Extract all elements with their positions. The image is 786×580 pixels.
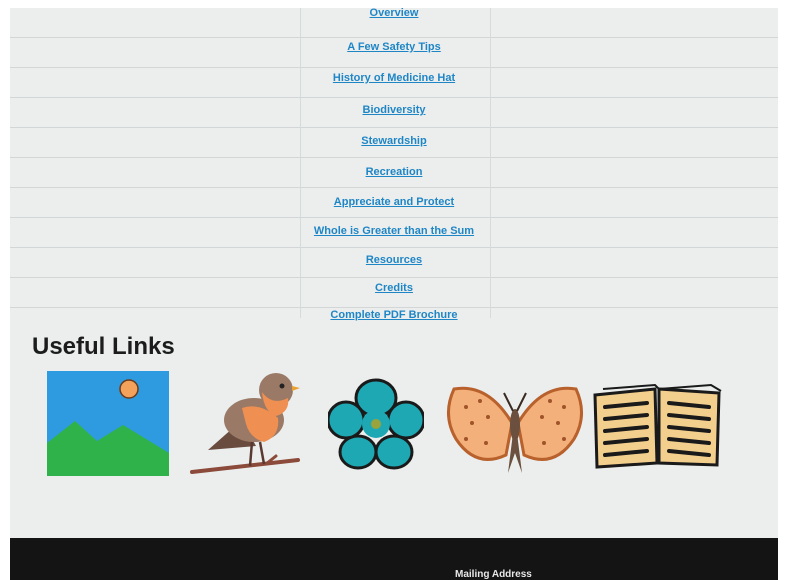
- toc-link-overview[interactable]: Overview: [370, 8, 419, 19]
- toc-item: Recreation: [10, 162, 778, 180]
- toc-item: Appreciate and Protect: [10, 192, 778, 210]
- mailing-address-label: Mailing Address: [455, 569, 532, 580]
- toc-link-resources[interactable]: Resources: [366, 254, 422, 266]
- toc-link-safety-tips[interactable]: A Few Safety Tips: [347, 41, 441, 53]
- butterfly-icon[interactable]: [442, 383, 588, 475]
- toc-item: Biodiversity: [10, 100, 778, 118]
- toc-item: Complete PDF Brochure: [10, 305, 778, 323]
- toc-link-stewardship[interactable]: Stewardship: [361, 135, 426, 147]
- toc-item: A Few Safety Tips: [10, 37, 778, 55]
- toc-link-credits[interactable]: Credits: [375, 282, 413, 294]
- landscape-image-icon[interactable]: [47, 371, 169, 476]
- toc-item: Overview: [10, 8, 778, 21]
- toc-link-history[interactable]: History of Medicine Hat: [333, 72, 455, 84]
- open-book-icon[interactable]: [593, 383, 723, 469]
- toc-link-recreation[interactable]: Recreation: [366, 166, 423, 178]
- toc-link-pdf-brochure[interactable]: Complete PDF Brochure: [330, 309, 457, 321]
- toc-item: Credits: [10, 278, 778, 296]
- site-footer: Mailing Address: [10, 538, 778, 580]
- toc-item: Stewardship: [10, 131, 778, 149]
- robin-bird-icon[interactable]: [190, 368, 302, 478]
- screen-content: Overview A Few Safety Tips History of Me…: [10, 8, 778, 538]
- toc-link-biodiversity[interactable]: Biodiversity: [363, 104, 426, 116]
- toc-item: History of Medicine Hat: [10, 68, 778, 86]
- useful-links-heading: Useful Links: [32, 333, 175, 360]
- flower-icon[interactable]: [326, 378, 426, 470]
- toc-item: Whole is Greater than the Sum: [10, 221, 778, 239]
- toc-link-appreciate-protect[interactable]: Appreciate and Protect: [334, 196, 454, 208]
- toc-item: Resources: [10, 250, 778, 268]
- toc-link-whole-greater[interactable]: Whole is Greater than the Sum: [314, 225, 474, 237]
